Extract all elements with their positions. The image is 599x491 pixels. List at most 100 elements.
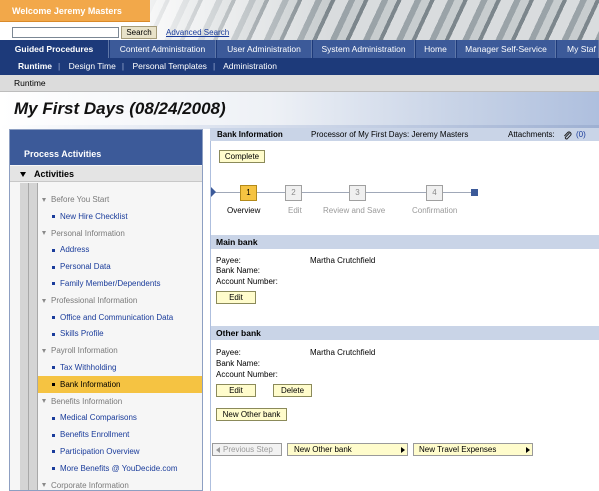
main-bank-name-label: Bank Name: xyxy=(216,266,261,275)
other-bank-name-label: Bank Name: xyxy=(216,359,261,368)
activities-header[interactable]: Activities xyxy=(10,166,202,182)
activity-label: New Hire Checklist xyxy=(60,211,128,221)
step-start-arrow-icon xyxy=(211,187,216,197)
activity-label: Skills Profile xyxy=(60,329,104,339)
previous-step-label: Previous Step xyxy=(223,445,273,454)
breadcrumb: Runtime xyxy=(0,75,599,92)
bullet-icon xyxy=(52,315,55,319)
activity-item[interactable]: Office and Communication Data xyxy=(38,309,202,326)
activity-item[interactable]: Participation Overview xyxy=(38,443,202,460)
activity-label: Corporate Information xyxy=(51,480,129,490)
tab-my-staff[interactable]: My Staf xyxy=(557,40,599,58)
step-1-label: Overview xyxy=(227,206,261,215)
activity-label: Professional Information xyxy=(51,295,138,305)
other-delete-button[interactable]: Delete xyxy=(273,384,312,397)
activity-label: Family Member/Dependents xyxy=(60,279,161,288)
activity-item[interactable]: Tax Withholding xyxy=(38,359,202,376)
paperclip-icon[interactable] xyxy=(563,131,572,140)
activity-group: Before You Start xyxy=(38,191,202,208)
step-1-box[interactable]: 1 xyxy=(240,185,257,201)
activity-group: Corporate Information xyxy=(38,477,202,490)
bullet-icon xyxy=(52,265,55,269)
main-payee-value: Martha Crutchfield xyxy=(310,256,376,265)
step-end-marker xyxy=(471,189,478,196)
activities-title: Activities xyxy=(34,169,75,179)
activity-label: Bank Information xyxy=(60,379,121,389)
processor-label: Processor of My First Days: Jeremy Maste… xyxy=(311,130,469,139)
step-3-label: Review and Save xyxy=(323,206,386,215)
activity-label: Benefits Information xyxy=(51,396,123,406)
next-new-travel-expenses-button[interactable]: New Travel Expenses xyxy=(413,443,533,456)
other-payee-label: Payee: xyxy=(216,348,241,357)
bullet-icon xyxy=(52,282,55,286)
main-payee-label: Payee: xyxy=(216,256,241,265)
content-panel xyxy=(210,129,599,491)
new-other-bank-button[interactable]: New Other bank xyxy=(216,408,287,421)
tab-guided-procedures[interactable]: Guided Procedures xyxy=(0,40,109,58)
page-title: My First Days (08/24/2008) xyxy=(14,99,226,118)
bullet-icon xyxy=(52,366,55,370)
tab-system-administration[interactable]: System Administration xyxy=(313,40,415,58)
process-activities-panel: Process Activities Activities Before You… xyxy=(9,129,203,491)
bullet-icon xyxy=(52,215,55,219)
subnav-design-time[interactable]: Design Time xyxy=(69,61,116,71)
group-triangle-icon xyxy=(42,197,46,202)
attachments-count[interactable]: (0) xyxy=(576,128,586,141)
activity-label: Office and Communication Data xyxy=(60,312,174,322)
bullet-icon xyxy=(52,416,55,420)
activity-item[interactable]: Personal Data xyxy=(38,258,202,275)
next-new-other-bank-button[interactable]: New Other bank xyxy=(287,443,408,456)
activity-label: Address xyxy=(60,245,90,255)
activity-group: Professional Information xyxy=(38,292,202,309)
arrow-right-icon xyxy=(401,447,405,453)
previous-step-button[interactable]: Previous Step xyxy=(212,443,282,456)
activity-group: Personal Information xyxy=(38,225,202,242)
activity-label: Participation Overview xyxy=(60,447,140,456)
arrow-left-icon xyxy=(216,447,220,453)
activity-label: Before You Start xyxy=(51,195,110,204)
subnav-runtime[interactable]: Runtime xyxy=(18,61,52,71)
search-input[interactable] xyxy=(12,27,119,38)
activity-item[interactable]: Skills Profile xyxy=(38,325,202,342)
other-payee-value: Martha Crutchfield xyxy=(310,348,376,357)
activity-item[interactable]: Benefits Enrollment xyxy=(38,426,202,443)
activity-item[interactable]: Family Member/Dependents xyxy=(38,275,202,292)
tab-user-administration[interactable]: User Administration xyxy=(217,40,312,58)
main-account-label: Account Number: xyxy=(216,277,278,286)
activity-item[interactable]: Medical Comparisons xyxy=(38,409,202,426)
advanced-search-link[interactable]: Advanced Search xyxy=(166,28,229,37)
search-button[interactable]: Search xyxy=(121,26,157,39)
activity-item[interactable]: More Benefits @ YouDecide.com xyxy=(38,460,202,477)
step-4-box[interactable]: 4 xyxy=(426,185,443,201)
bullet-icon xyxy=(52,450,55,454)
attachments-label: Attachments: xyxy=(508,130,555,139)
bullet-icon xyxy=(52,383,55,387)
main-bank-header: Main bank xyxy=(211,235,599,249)
process-activities-title: Process Activities xyxy=(10,144,202,165)
activity-label: More Benefits @ YouDecide.com xyxy=(60,463,178,473)
next-new-other-bank-label: New Other bank xyxy=(294,445,352,454)
group-triangle-icon xyxy=(42,298,46,303)
main-edit-button[interactable]: Edit xyxy=(216,291,256,304)
tab-content-administration[interactable]: Content Administration xyxy=(110,40,216,58)
other-edit-button[interactable]: Edit xyxy=(216,384,256,397)
step-2-box[interactable]: 2 xyxy=(285,185,302,201)
activity-group: Benefits Information xyxy=(38,393,202,410)
sub-navigation: Runtime | Design Time | Personal Templates… xyxy=(0,58,599,75)
arrow-right-icon xyxy=(526,447,530,453)
activity-item[interactable]: New Hire Checklist xyxy=(38,208,202,225)
top-navigation: Guided Procedures Content Administration… xyxy=(0,40,599,58)
step-3-box[interactable]: 3 xyxy=(349,185,366,201)
tab-home[interactable]: Home xyxy=(416,40,456,58)
tab-manager-self-service[interactable]: Manager Self-Service xyxy=(457,40,556,58)
subnav-personal-templates[interactable]: Personal Templates xyxy=(132,61,207,71)
activity-item[interactable]: Address xyxy=(38,241,202,258)
activity-item[interactable]: Bank Information xyxy=(38,375,202,393)
activity-label: Personal Information xyxy=(51,228,125,238)
next-new-travel-expenses-label: New Travel Expenses xyxy=(419,445,497,454)
bullet-icon xyxy=(52,467,55,471)
complete-button[interactable]: Complete xyxy=(219,150,265,163)
activity-lanes xyxy=(20,183,38,490)
activity-label: Tax Withholding xyxy=(60,363,117,372)
subnav-administration[interactable]: Administration xyxy=(223,61,277,71)
